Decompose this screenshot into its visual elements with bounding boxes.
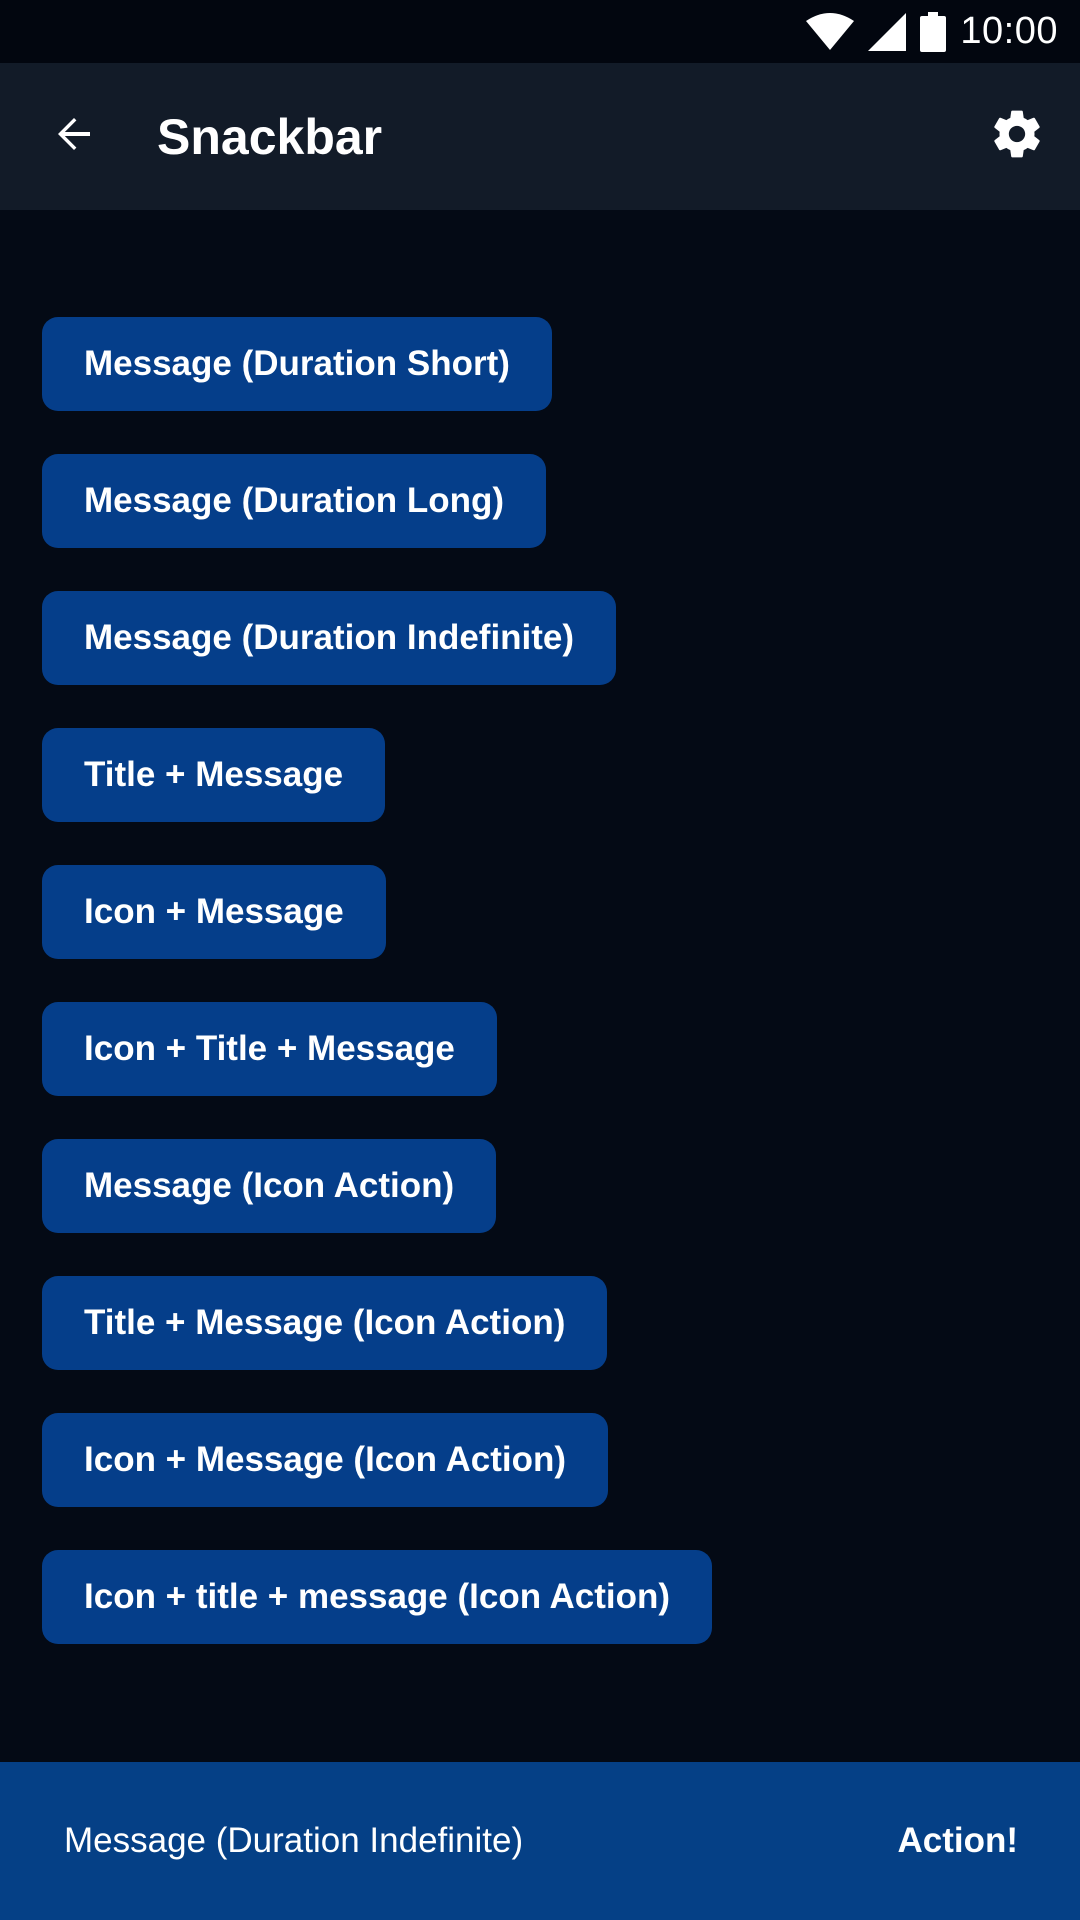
snackbar-message: Message (Duration Indefinite) <box>64 1821 524 1860</box>
status-time: 10:00 <box>960 10 1058 52</box>
message-icon-action-button[interactable]: Message (Icon Action) <box>42 1139 497 1233</box>
back-button[interactable] <box>42 105 106 169</box>
title-message-icon-action-button[interactable]: Title + Message (Icon Action) <box>42 1276 608 1370</box>
snackbar-demo-screen: 10:00 Snackbar Message (Duration Short) … <box>0 0 1080 1920</box>
icon-title-message-icon-action-button[interactable]: Icon + title + message (Icon Action) <box>42 1550 713 1644</box>
arrow-back-icon <box>50 110 98 163</box>
gear-icon <box>989 106 1045 167</box>
message-duration-indefinite-button[interactable]: Message (Duration Indefinite) <box>42 591 617 685</box>
settings-button[interactable] <box>984 104 1050 170</box>
title-message-button[interactable]: Title + Message <box>42 728 386 822</box>
icon-message-icon-action-button[interactable]: Icon + Message (Icon Action) <box>42 1413 608 1507</box>
page-title: Snackbar <box>157 108 383 165</box>
wifi-icon <box>806 12 855 51</box>
snackbar: Message (Duration Indefinite) Action! <box>0 1762 1080 1920</box>
cellular-signal-icon <box>868 12 907 51</box>
status-bar: 10:00 <box>0 0 1080 63</box>
app-bar: Snackbar <box>0 63 1080 210</box>
icon-message-button[interactable]: Icon + Message <box>42 865 386 959</box>
snackbar-demo-button-list: Message (Duration Short) Message (Durati… <box>42 317 713 1687</box>
message-duration-long-button[interactable]: Message (Duration Long) <box>42 454 547 548</box>
snackbar-action-button[interactable]: Action! <box>897 1821 1018 1861</box>
message-duration-short-button[interactable]: Message (Duration Short) <box>42 317 552 411</box>
battery-icon <box>920 11 947 52</box>
icon-title-message-button[interactable]: Icon + Title + Message <box>42 1002 497 1096</box>
